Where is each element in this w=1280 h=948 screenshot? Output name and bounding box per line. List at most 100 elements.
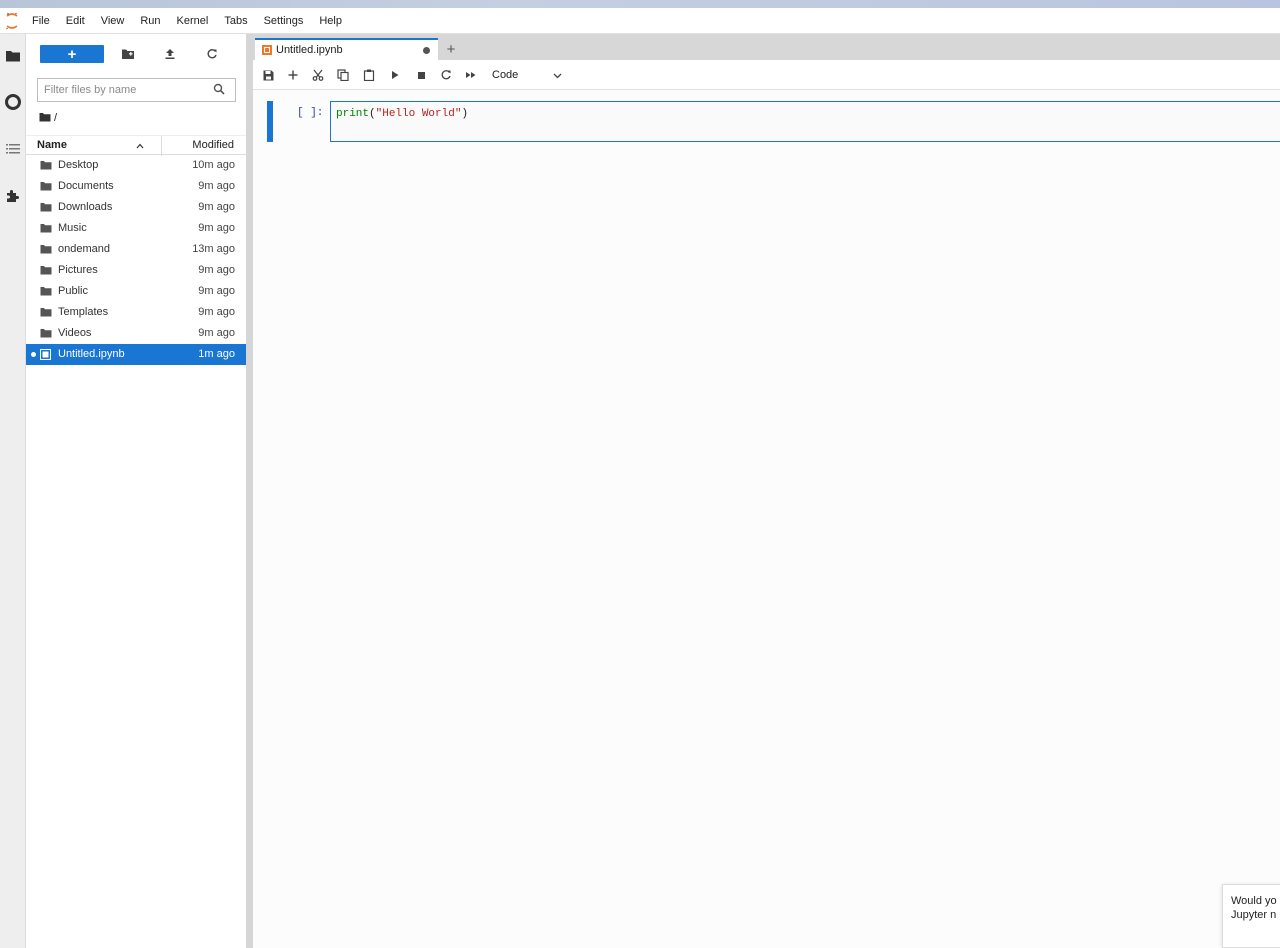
code-builtin: print: [336, 108, 370, 120]
code-string: "Hello World": [375, 108, 462, 120]
folder-icon: [40, 202, 52, 215]
refresh-icon[interactable]: [202, 45, 222, 63]
file-filter-box[interactable]: [37, 78, 236, 102]
list-item[interactable]: ondemand 13m ago: [26, 239, 246, 260]
save-icon[interactable]: [260, 67, 276, 83]
file-modified: 9m ago: [198, 180, 235, 192]
menu-help[interactable]: Help: [311, 8, 350, 34]
file-name: Untitled.ipynb: [58, 348, 125, 360]
menu-tabs[interactable]: Tabs: [216, 8, 255, 34]
home-folder-icon[interactable]: [39, 112, 51, 125]
paste-icon[interactable]: [361, 67, 377, 83]
run-icon[interactable]: [387, 67, 403, 83]
insert-cell-icon[interactable]: [285, 67, 301, 83]
notebook-icon: [262, 45, 272, 58]
active-cell-indicator[interactable]: [267, 101, 273, 142]
code-paren-close: ): [461, 108, 469, 120]
folder-icon: [40, 181, 52, 194]
running-indicator-dot: [31, 352, 36, 357]
cut-icon[interactable]: [310, 67, 326, 83]
code-cell-editor[interactable]: print("Hello World"): [330, 101, 1280, 142]
list-item[interactable]: Downloads 9m ago: [26, 197, 246, 218]
menu-bar: File Edit View Run Kernel Tabs Settings …: [0, 8, 1280, 34]
notebook-panel: Untitled.ipynb + Code []: print("Hello …: [253, 34, 1280, 948]
folder-icon: [40, 244, 52, 257]
fast-forward-icon[interactable]: [463, 67, 479, 83]
file-name: Music: [58, 222, 87, 234]
file-modified: 9m ago: [198, 285, 235, 297]
file-browser: + / Name Modified Desktop: [26, 34, 246, 948]
list-item[interactable]: Pictures 9m ago: [26, 260, 246, 281]
file-modified: 9m ago: [198, 327, 235, 339]
file-list-header: Name Modified: [26, 135, 246, 156]
list-item-selected[interactable]: Untitled.ipynb 1m ago: [26, 344, 246, 365]
notebook-icon: [40, 349, 51, 363]
list-item[interactable]: Music 9m ago: [26, 218, 246, 239]
menu-edit[interactable]: Edit: [58, 8, 93, 34]
file-list: Desktop 10m ago Documents 9m ago Downloa…: [26, 155, 246, 365]
list-item[interactable]: Videos 9m ago: [26, 323, 246, 344]
file-name: Videos: [58, 327, 92, 339]
file-browser-toolbar: +: [26, 42, 246, 66]
notebook-cells: [ ]: print("Hello World"): [253, 90, 1280, 948]
folder-icon[interactable]: [3, 46, 23, 66]
list-item[interactable]: Documents 9m ago: [26, 176, 246, 197]
running-icon[interactable]: [3, 92, 23, 112]
breadcrumb-root[interactable]: /: [54, 112, 57, 124]
file-modified: 9m ago: [198, 306, 235, 318]
file-modified: 13m ago: [192, 243, 235, 255]
restart-kernel-icon[interactable]: [438, 67, 454, 83]
left-activity-bar: [0, 34, 26, 948]
cell-type-dropdown[interactable]: Code: [492, 67, 564, 83]
file-name: Documents: [58, 180, 114, 192]
tab-untitled-notebook[interactable]: Untitled.ipynb: [255, 38, 438, 60]
notification-toast[interactable]: Would yo Jupyter n: [1222, 884, 1280, 948]
file-modified: 9m ago: [198, 264, 235, 276]
list-item[interactable]: Templates 9m ago: [26, 302, 246, 323]
file-filter-input[interactable]: [44, 84, 204, 96]
folder-icon: [40, 307, 52, 320]
upload-icon[interactable]: [160, 45, 180, 63]
chevron-down-icon: [553, 70, 562, 82]
menu-view[interactable]: View: [93, 8, 133, 34]
toast-line-2: Jupyter n: [1231, 909, 1277, 921]
cell-input-prompt: [ ]:: [297, 107, 324, 119]
menu-file[interactable]: File: [24, 8, 58, 34]
new-folder-icon[interactable]: [118, 45, 138, 63]
cell-type-value: Code: [492, 69, 519, 81]
menu-run[interactable]: Run: [132, 8, 168, 34]
breadcrumb[interactable]: /: [39, 110, 57, 126]
tab-bar: Untitled.ipynb +: [253, 34, 1280, 60]
file-name: ondemand: [58, 243, 110, 255]
file-modified: 10m ago: [192, 159, 235, 171]
sort-ascending-icon: [136, 140, 144, 152]
unsaved-indicator-icon[interactable]: [423, 47, 430, 54]
folder-icon: [40, 286, 52, 299]
file-name: Pictures: [58, 264, 98, 276]
jupyter-logo-icon: [0, 8, 24, 34]
new-launcher-button[interactable]: +: [40, 45, 104, 63]
menu-kernel[interactable]: Kernel: [169, 8, 217, 34]
toc-icon[interactable]: [3, 139, 23, 159]
file-modified: 9m ago: [198, 201, 235, 213]
column-modified-header[interactable]: Modified: [192, 139, 234, 151]
menu-settings[interactable]: Settings: [256, 8, 312, 34]
tab-label: Untitled.ipynb: [276, 44, 343, 56]
stop-icon[interactable]: [413, 67, 429, 83]
file-name: Desktop: [58, 159, 99, 171]
copy-icon[interactable]: [335, 67, 351, 83]
file-name: Downloads: [58, 201, 113, 213]
list-item[interactable]: Public 9m ago: [26, 281, 246, 302]
panel-splitter[interactable]: [246, 34, 253, 948]
column-name-header[interactable]: Name: [37, 139, 67, 151]
list-item[interactable]: Desktop 10m ago: [26, 155, 246, 176]
add-tab-button[interactable]: +: [442, 40, 460, 58]
new-launcher-label: +: [67, 45, 77, 63]
code-paren-open: (: [369, 108, 376, 120]
column-divider: [161, 136, 162, 156]
extension-icon[interactable]: [3, 186, 23, 206]
notebook-toolbar: Code: [253, 60, 1280, 90]
file-name: Public: [58, 285, 88, 297]
file-modified: 1m ago: [198, 348, 235, 360]
search-icon: [213, 83, 225, 98]
